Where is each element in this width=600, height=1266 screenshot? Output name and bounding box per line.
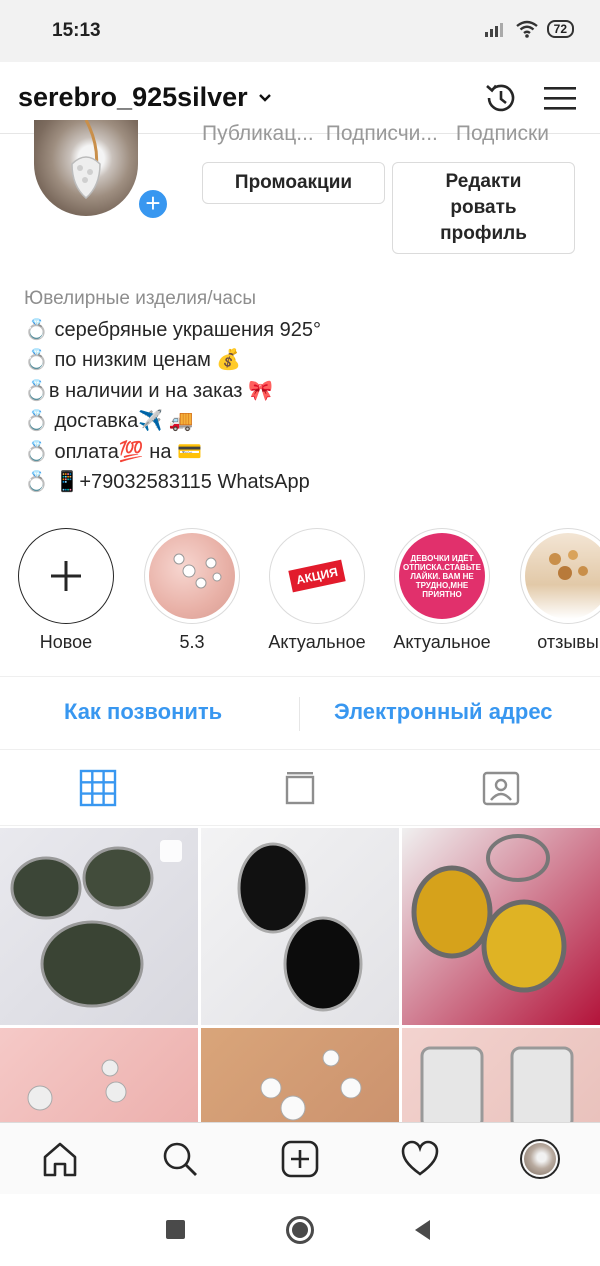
promotions-button[interactable]: Промоакции — [202, 162, 385, 204]
recents-button[interactable] — [166, 1220, 185, 1239]
promotions-button-label: Промоакции — [234, 172, 353, 193]
bio-line: 💍 доставка✈️ 🚚 — [24, 410, 194, 432]
posts-label[interactable]: Публикац... — [202, 122, 314, 146]
grid-icon[interactable] — [78, 768, 118, 808]
tagged-icon[interactable] — [481, 768, 521, 808]
bottom-navigation — [0, 1122, 600, 1194]
highlight-label: отзывы — [537, 632, 599, 652]
highlight-cover — [525, 533, 600, 619]
post-thumbnail[interactable] — [402, 1028, 600, 1122]
post-thumbnail[interactable] — [0, 1028, 198, 1122]
contact-buttons: Как позвонить Электронный адрес — [0, 676, 600, 750]
edit-profile-button[interactable]: Редакти ровать профиль — [392, 162, 575, 254]
battery-icon: 72 — [546, 20, 574, 38]
new-post-icon[interactable] — [280, 1139, 320, 1179]
bio-line: 💍 серебряные украшения 925° — [24, 318, 322, 341]
post-thumbnail[interactable] — [0, 828, 198, 1025]
highlight-cover: АКЦИЯ — [274, 533, 360, 619]
edit-profile-label-line-1: Редакти — [445, 171, 522, 192]
wifi-icon — [515, 20, 538, 38]
followers-label[interactable]: Подписчи... — [326, 122, 438, 146]
home-icon[interactable] — [40, 1139, 80, 1179]
signal-icon — [484, 23, 503, 37]
highlight-label: Новое — [39, 632, 93, 652]
highlight-cover: ДЕВОЧКИ ИДЁТ ОТПИСКА.СТАВЬТЕ ЛАЙКИ. ВАМ … — [399, 533, 485, 619]
highlight-label: Актуальное — [268, 632, 366, 652]
post-thumbnail[interactable] — [201, 1028, 399, 1122]
profile-stats: Публикац... Подписчи... Подписки — [202, 122, 582, 146]
post-thumbnail[interactable] — [201, 828, 399, 1025]
highlight-cover — [149, 533, 235, 619]
highlight-badge-text: АКЦИЯ — [288, 559, 346, 593]
system-navigation — [0, 1194, 600, 1266]
highlight-cover-text: ДЕВОЧКИ ИДЁТ ОТПИСКА.СТАВЬТЕ ЛАЙКИ. ВАМ … — [403, 553, 481, 599]
status-time: 15:13 — [52, 20, 101, 41]
highlight-item[interactable]: отзывы — [506, 528, 600, 653]
profile-tabs — [0, 750, 600, 826]
highlight-label: Актуальное — [393, 632, 491, 652]
highlight-label: 5.3 — [179, 632, 205, 652]
history-icon[interactable] — [480, 78, 520, 118]
avatar[interactable] — [34, 120, 138, 216]
bio-line: 💍 оплата💯 на 💳 — [24, 440, 202, 463]
username-switcher[interactable]: serebro_925silver — [18, 82, 272, 113]
status-bar: 15:13 72 — [0, 0, 600, 62]
activity-icon[interactable] — [400, 1139, 440, 1179]
highlight-item[interactable]: ДЕВОЧКИ ИДЁТ ОТПИСКА.СТАВЬТЕ ЛАЙКИ. ВАМ … — [380, 528, 504, 653]
bio-line: 💍в наличии и на заказ 🎀 — [24, 379, 273, 402]
post-thumbnail[interactable] — [402, 828, 600, 1025]
bio-category: Ювелирные изделия/часы — [24, 288, 257, 309]
status-icons: 72 — [484, 20, 574, 38]
bio-line: 💍 по низким ценам 💰 — [24, 349, 242, 371]
call-button[interactable]: Как позвонить — [64, 699, 222, 725]
username: serebro_925silver — [18, 82, 248, 112]
following-label[interactable]: Подписки — [456, 122, 549, 146]
divider — [299, 697, 300, 731]
posts-grid — [0, 828, 600, 1122]
chevron-down-icon — [258, 93, 271, 102]
search-icon[interactable] — [160, 1139, 200, 1179]
highlight-item[interactable]: 5.3 — [130, 528, 254, 653]
feed-icon[interactable] — [280, 768, 320, 808]
highlight-new[interactable]: Новое — [4, 528, 128, 653]
home-button[interactable] — [286, 1216, 314, 1244]
bio-line[interactable]: 💍 📱+79032583115 WhatsApp — [24, 467, 584, 498]
plus-icon — [51, 561, 81, 591]
edit-profile-label-line-2: ровать — [450, 197, 517, 218]
back-button[interactable] — [412, 1218, 432, 1242]
story-highlights: Новое 5.3 АКЦИЯ Актуальное ДЕВОЧКИ ИДЁТ … — [0, 528, 600, 658]
profile-avatar[interactable] — [520, 1139, 560, 1179]
edit-profile-label-line-3: профиль — [440, 223, 527, 244]
bio: Ювелирные изделия/часы 💍 серебряные укра… — [24, 284, 584, 498]
highlight-item[interactable]: АКЦИЯ Актуальное — [255, 528, 379, 653]
add-story-button[interactable]: + — [136, 187, 170, 221]
menu-icon[interactable] — [540, 78, 580, 118]
email-button[interactable]: Электронный адрес — [334, 699, 553, 725]
